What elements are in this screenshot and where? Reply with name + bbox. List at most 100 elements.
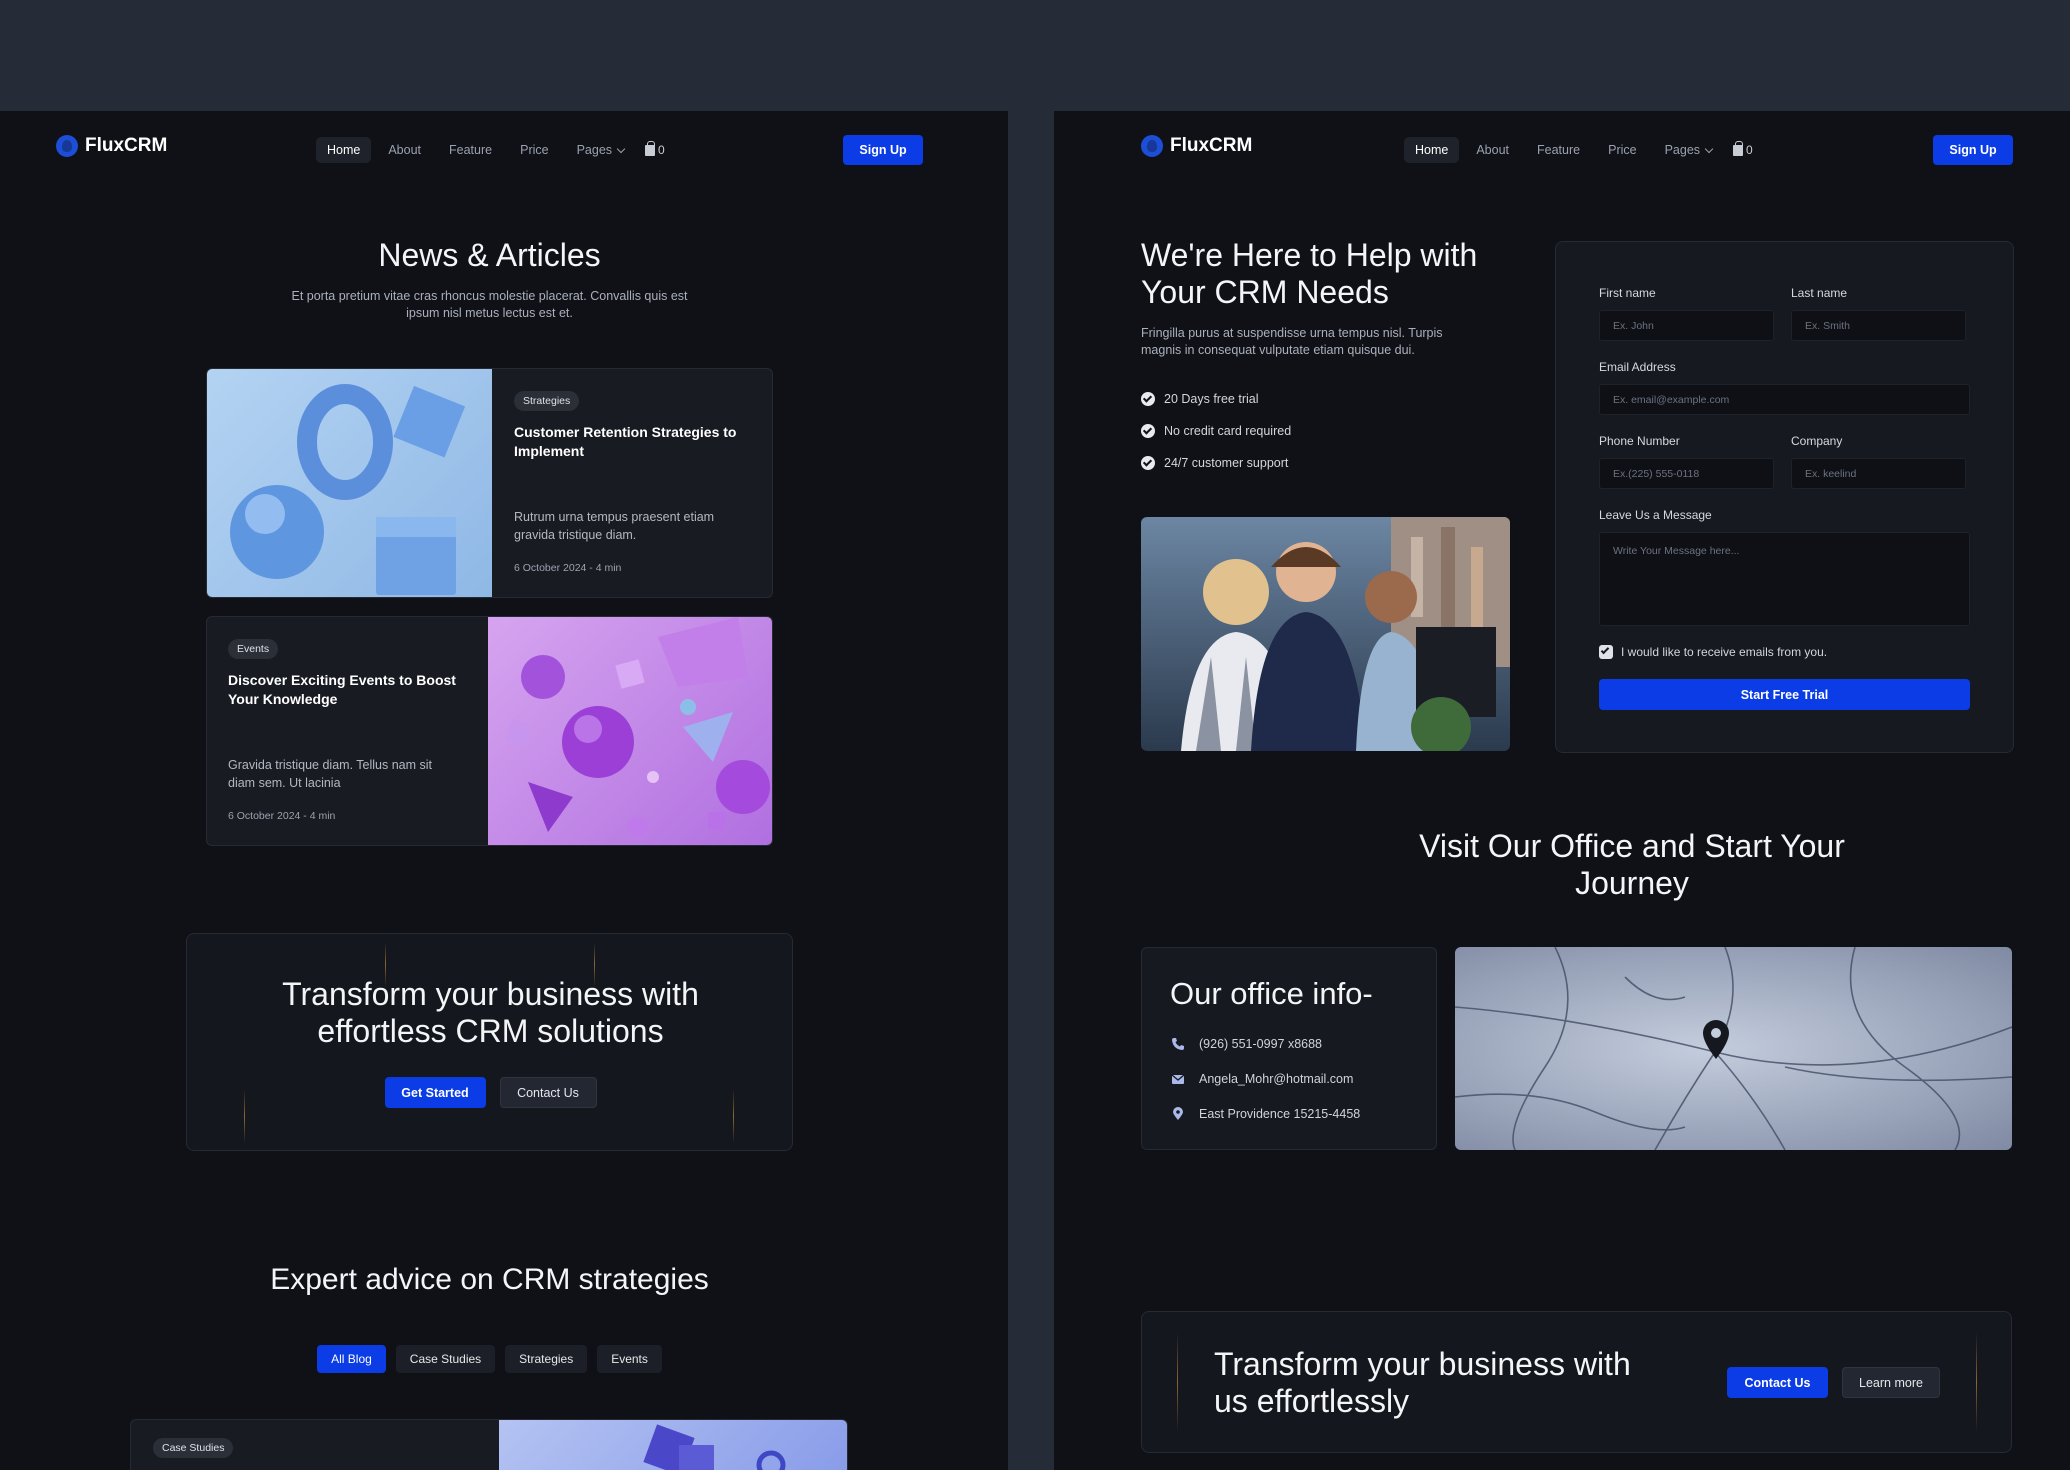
- tab-all-blog[interactable]: All Blog: [317, 1345, 386, 1373]
- check-circle-icon: [1141, 456, 1155, 470]
- feature-text: 20 Days free trial: [1164, 392, 1259, 406]
- location-pin-icon: [1173, 1107, 1183, 1120]
- cta-buttons: Get Started Contact Us: [187, 1077, 792, 1108]
- nav-links: Home About Feature Price Pages 0: [316, 137, 665, 163]
- phone-label: Phone Number: [1599, 434, 1680, 448]
- company-label: Company: [1791, 434, 1843, 448]
- office-address[interactable]: East Providence 15215-4458: [1171, 1107, 1360, 1121]
- chevron-down-icon: [1704, 144, 1714, 153]
- logo[interactable]: FluxCRM: [56, 135, 167, 157]
- phone-icon: [1172, 1038, 1184, 1050]
- start-free-trial-button[interactable]: Start Free Trial: [1599, 679, 1970, 710]
- cart-count: 0: [1746, 143, 1753, 157]
- office-info-title: Our office info-: [1170, 976, 1373, 1011]
- nav-price[interactable]: Price: [1597, 137, 1647, 163]
- article-image-shapes: [488, 617, 772, 845]
- news-title: News & Articles: [378, 237, 601, 273]
- help-subtitle: Fringilla purus at suspendisse urna temp…: [1141, 325, 1443, 358]
- nav-home[interactable]: Home: [1404, 137, 1460, 163]
- mail-icon: [1171, 1074, 1185, 1084]
- article-date: 6 October 2024 - 4 min: [228, 810, 336, 822]
- blog-filter-tabs: All Blog Case Studies Strategies Events: [0, 1345, 979, 1373]
- feature-check: No credit card required: [1141, 424, 1291, 438]
- decorative-streak: [1976, 1332, 1977, 1432]
- article-image-shapes: [207, 369, 492, 597]
- article-tag[interactable]: Events: [228, 639, 279, 659]
- article-tag[interactable]: Case Studies: [153, 1438, 234, 1458]
- blue-shapes-illustration: [230, 384, 466, 595]
- message-label: Leave Us a Message: [1599, 508, 1712, 522]
- nav-price[interactable]: Price: [509, 137, 559, 163]
- help-title: We're Here to Help with Your CRM Needs: [1141, 237, 1478, 310]
- tab-events[interactable]: Events: [597, 1345, 662, 1373]
- article-desc: Gravida tristique diam. Tellus nam sit d…: [228, 758, 433, 790]
- logo-icon: [1141, 135, 1163, 157]
- article-card[interactable]: Events Discover Exciting Events to Boost…: [206, 616, 773, 846]
- first-name-input[interactable]: Ex. John: [1599, 310, 1774, 341]
- article-card-peek[interactable]: Case Studies: [130, 1419, 848, 1470]
- company-input[interactable]: Ex. keelind: [1791, 458, 1966, 489]
- phone-input[interactable]: Ex.(225) 555-0118: [1599, 458, 1774, 489]
- get-started-button[interactable]: Get Started: [384, 1077, 486, 1108]
- office-email-text: Angela_Mohr@hotmail.com: [1199, 1072, 1354, 1086]
- cart-button[interactable]: 0: [1733, 140, 1753, 157]
- nav-pages[interactable]: Pages: [1654, 137, 1723, 163]
- checkmark-icon: [1600, 645, 1610, 655]
- news-header: News & Articles Et porta pretium vitae c…: [0, 237, 979, 323]
- article-tag[interactable]: Strategies: [514, 391, 580, 411]
- nav-feature[interactable]: Feature: [1526, 137, 1591, 163]
- contact-us-button[interactable]: Contact Us: [499, 1077, 597, 1108]
- logo[interactable]: FluxCRM: [1141, 135, 1252, 157]
- article-desc: Rutrum urna tempus praesent etiam gravid…: [514, 510, 715, 542]
- nav-pages[interactable]: Pages: [566, 137, 635, 163]
- chevron-down-icon: [616, 144, 626, 153]
- expert-header: Expert advice on CRM strategies: [0, 1263, 979, 1298]
- nav-feature[interactable]: Feature: [438, 137, 503, 163]
- office-address-text: East Providence 15215-4458: [1199, 1107, 1361, 1121]
- nav-pages-label: Pages: [1664, 143, 1701, 157]
- consent-row: I would like to receive emails from you.: [1599, 645, 1827, 659]
- office-header: Visit Our Office and Start Your Journey: [1382, 828, 1882, 902]
- contact-us-button[interactable]: Contact Us: [1727, 1367, 1828, 1398]
- support-team-illustration: [1181, 517, 1510, 751]
- office-map[interactable]: [1455, 947, 2012, 1150]
- blue-cubes-illustration: [643, 1424, 786, 1470]
- nav-about[interactable]: About: [1465, 137, 1520, 163]
- feature-text: No credit card required: [1164, 424, 1292, 438]
- article-title[interactable]: Customer Retention Strategies to Impleme…: [514, 423, 754, 461]
- signup-button[interactable]: Sign Up: [843, 135, 923, 165]
- signup-button[interactable]: Sign Up: [1933, 135, 2013, 165]
- tab-case-studies[interactable]: Case Studies: [395, 1345, 496, 1373]
- help-section: We're Here to Help with Your CRM Needs F…: [1141, 237, 1501, 360]
- nav-home[interactable]: Home: [316, 137, 372, 163]
- check-circle-icon: [1141, 392, 1155, 406]
- office-phone[interactable]: (926) 551-0997 x8688: [1171, 1037, 1322, 1051]
- article-card[interactable]: Strategies Customer Retention Strategies…: [206, 368, 773, 598]
- tab-strategies[interactable]: Strategies: [505, 1345, 588, 1373]
- office-email[interactable]: Angela_Mohr@hotmail.com: [1171, 1072, 1353, 1086]
- consent-checkbox[interactable]: [1599, 645, 1613, 659]
- nav-links: Home About Feature Price Pages 0: [1404, 137, 1753, 163]
- navbar: FluxCRM Home About Feature Price Pages 0…: [0, 125, 1008, 175]
- article-date: 6 October 2024 - 4 min: [514, 562, 622, 574]
- message-textarea[interactable]: Write Your Message here...: [1599, 532, 1970, 626]
- nav-about[interactable]: About: [377, 137, 432, 163]
- cracked-map-illustration: [1455, 947, 2012, 1150]
- article-title[interactable]: Discover Exciting Events to Boost Your K…: [228, 671, 468, 709]
- learn-more-button[interactable]: Learn more: [1842, 1367, 1940, 1398]
- logo-text: FluxCRM: [1170, 135, 1253, 156]
- support-team-photo: [1141, 517, 1510, 751]
- contact-page-panel: FluxCRM Home About Feature Price Pages 0…: [1054, 111, 2070, 1470]
- office-info-card: Our office info- (926) 551-0997 x8688 An…: [1141, 947, 1437, 1150]
- email-input[interactable]: Ex. email@example.com: [1599, 384, 1970, 415]
- cta-title: Transform your business with effortless …: [282, 976, 699, 1049]
- cart-button[interactable]: 0: [645, 140, 665, 157]
- article-image: [499, 1420, 847, 1470]
- last-name-label: Last name: [1791, 286, 1848, 300]
- cta-banner: Transform your business with effortless …: [186, 933, 793, 1151]
- logo-text: FluxCRM: [85, 135, 168, 156]
- last-name-input[interactable]: Ex. Smith: [1791, 310, 1966, 341]
- office-title: Visit Our Office and Start Your Journey: [1419, 828, 1845, 901]
- news-subtitle: Et porta pretium vitae cras rhoncus mole…: [291, 288, 688, 321]
- office-phone-text: (926) 551-0997 x8688: [1199, 1037, 1323, 1051]
